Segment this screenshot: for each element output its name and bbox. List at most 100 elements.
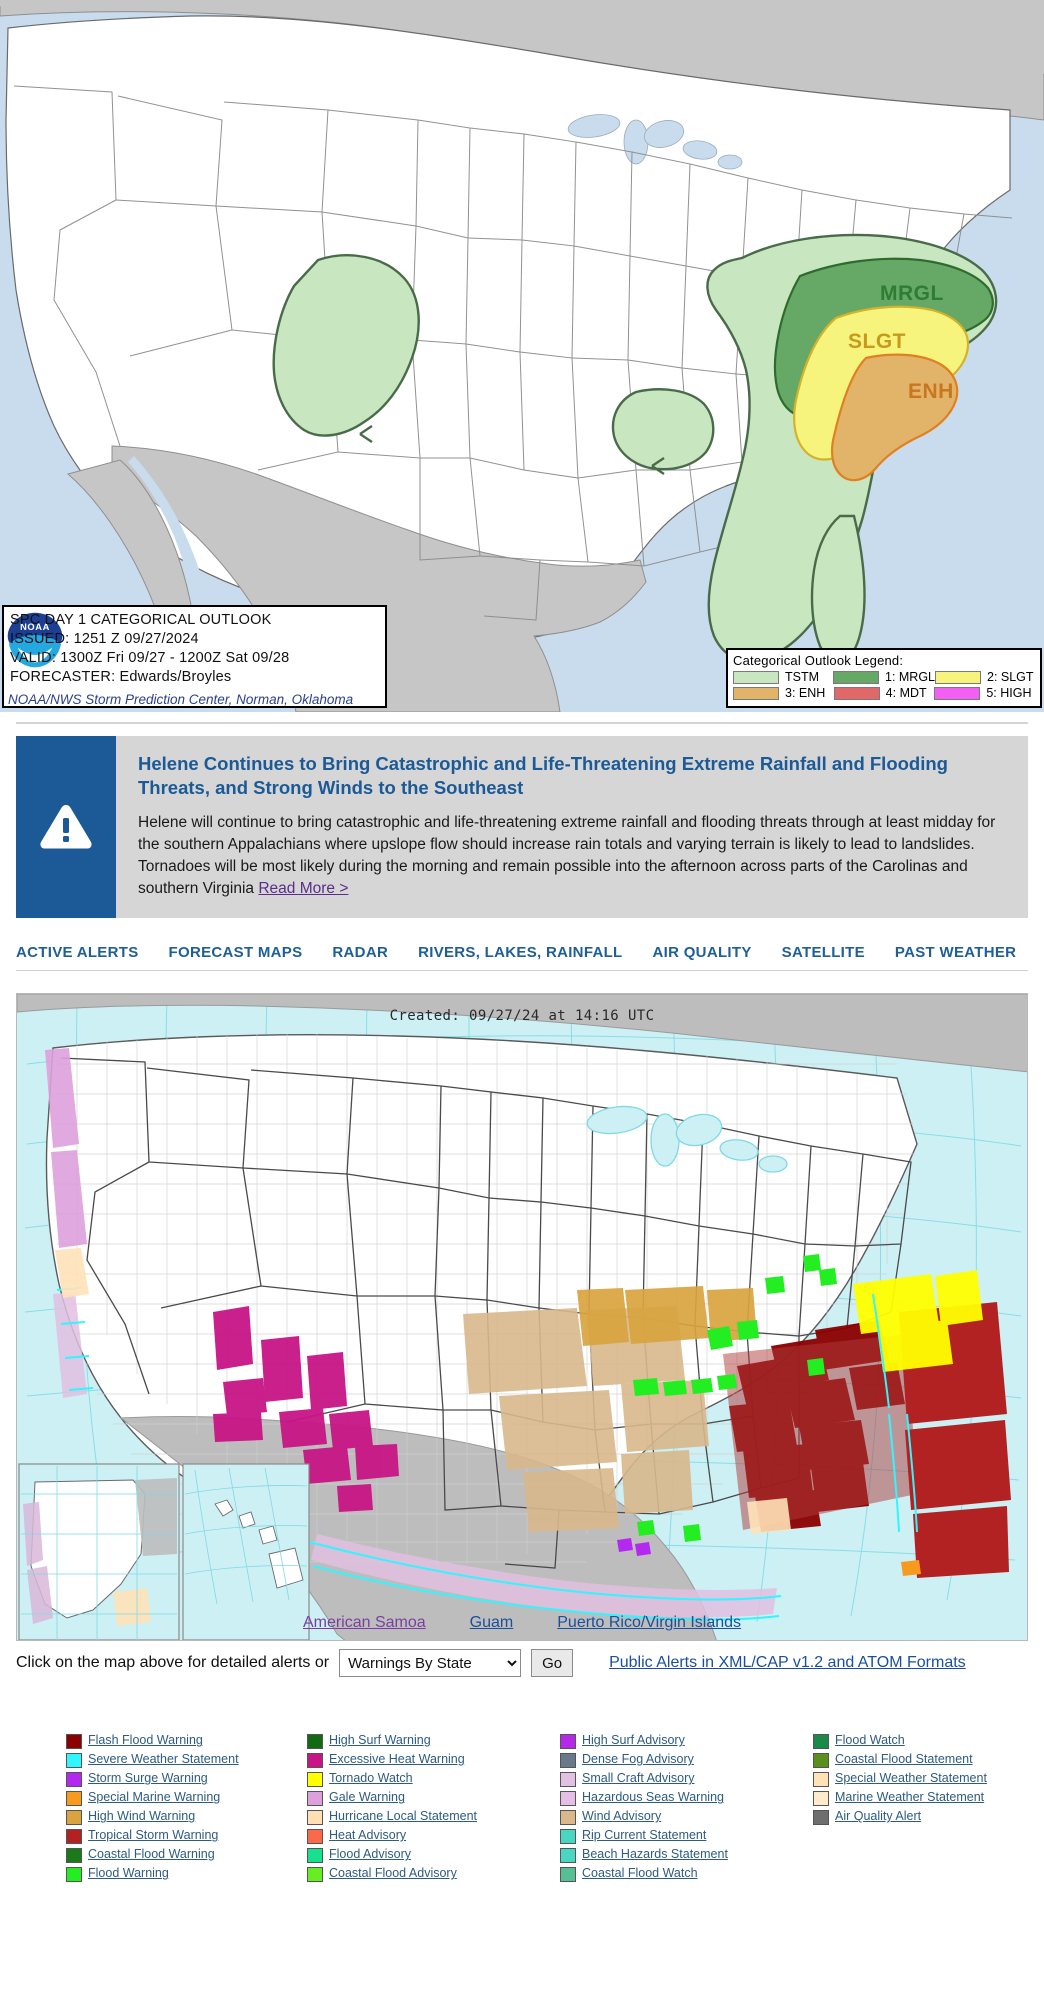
label-wind-advisory[interactable]: Wind Advisory	[582, 1809, 661, 1825]
legend-label-enh: 3: ENH	[785, 686, 826, 700]
label-beach-hazards-statement[interactable]: Beach Hazards Statement	[582, 1847, 728, 1863]
warning-triangle-icon	[40, 805, 92, 849]
spc-issued: ISSUED: 1251 Z 09/27/2024	[10, 630, 199, 647]
label-high-surf-advisory[interactable]: High Surf Advisory	[582, 1733, 685, 1749]
legend-item-special-marine-warning[interactable]: Special Marine Warning	[66, 1790, 269, 1807]
nav-tab-list: ACTIVE ALERTS FORECAST MAPS RADAR RIVERS…	[16, 944, 1028, 970]
swatch-heat-advisory	[307, 1829, 323, 1845]
label-heat-advisory[interactable]: Heat Advisory	[329, 1828, 406, 1844]
legend-entry-mdt: 4: MDT	[833, 686, 935, 700]
legend-item-wind-advisory[interactable]: Wind Advisory	[560, 1809, 775, 1826]
tab-radar[interactable]: RADAR	[332, 944, 388, 961]
tab-past-weather[interactable]: PAST WEATHER	[895, 944, 1016, 961]
legend-item-coastal-flood-advisory[interactable]: Coastal Flood Advisory	[307, 1866, 522, 1883]
tab-satellite[interactable]: SATELLITE	[782, 944, 865, 961]
legend-entry-high: 5: HIGH	[934, 686, 1035, 700]
link-guam[interactable]: Guam	[470, 1614, 514, 1632]
tab-air-quality[interactable]: AIR QUALITY	[653, 944, 752, 961]
swatch-severe-weather-statement	[66, 1753, 82, 1769]
tab-forecast-maps[interactable]: FORECAST MAPS	[169, 944, 303, 961]
label-severe-weather-statement[interactable]: Severe Weather Statement	[88, 1752, 239, 1768]
legend-item-coastal-flood-watch[interactable]: Coastal Flood Watch	[560, 1866, 775, 1883]
banner-title: Helene Continues to Bring Catastrophic a…	[138, 753, 948, 798]
warnings-by-state-select[interactable]: Warnings By State	[339, 1649, 522, 1678]
legend-item-storm-surge-warning[interactable]: Storm Surge Warning	[66, 1771, 269, 1788]
banner-body: Helene Continues to Bring Catastrophic a…	[116, 736, 1028, 918]
legend-item-flash-flood-warning[interactable]: Flash Flood Warning	[66, 1733, 269, 1750]
map-instruction-text: Click on the map above for detailed aler…	[16, 1654, 330, 1672]
legend-item-flood-watch[interactable]: Flood Watch	[813, 1733, 1028, 1750]
label-tropical-storm-warning[interactable]: Tropical Storm Warning	[88, 1828, 218, 1844]
legend-item-high-surf-warning[interactable]: High Surf Warning	[307, 1733, 522, 1750]
swatch-coastal-flood-advisory	[307, 1867, 323, 1883]
label-flood-watch[interactable]: Flood Watch	[835, 1733, 905, 1749]
label-storm-surge-warning[interactable]: Storm Surge Warning	[88, 1771, 208, 1787]
nav-divider	[16, 970, 1028, 972]
legend-item-hurricane-local-statement[interactable]: Hurricane Local Statement	[307, 1809, 522, 1826]
spc-forecaster: FORECASTER: Edwards/Broyles	[10, 668, 232, 685]
svg-text:MRGL: MRGL	[880, 282, 944, 305]
link-american-samoa[interactable]: American Samoa	[303, 1614, 426, 1632]
label-coastal-flood-warning[interactable]: Coastal Flood Warning	[88, 1847, 215, 1863]
label-flood-advisory[interactable]: Flood Advisory	[329, 1847, 411, 1863]
label-flood-warning[interactable]: Flood Warning	[88, 1866, 169, 1882]
legend-item-heat-advisory[interactable]: Heat Advisory	[307, 1828, 522, 1845]
label-coastal-flood-watch[interactable]: Coastal Flood Watch	[582, 1866, 698, 1882]
legend-item-rip-current-statement[interactable]: Rip Current Statement	[560, 1828, 775, 1845]
legend-item-coastal-flood-warning[interactable]: Coastal Flood Warning	[66, 1847, 269, 1864]
legend-column-1: Flash Flood Warning Severe Weather State…	[16, 1733, 269, 1885]
legend-item-severe-weather-statement[interactable]: Severe Weather Statement	[66, 1752, 269, 1769]
legend-item-tornado-watch[interactable]: Tornado Watch	[307, 1771, 522, 1788]
legend-item-dense-fog-advisory[interactable]: Dense Fog Advisory	[560, 1752, 775, 1769]
label-excessive-heat-warning[interactable]: Excessive Heat Warning	[329, 1752, 465, 1768]
legend-item-flood-advisory[interactable]: Flood Advisory	[307, 1847, 522, 1864]
label-coastal-flood-statement[interactable]: Coastal Flood Statement	[835, 1752, 973, 1768]
categorical-outlook-legend: Categorical Outlook Legend: TSTM 1: MRGL…	[726, 648, 1042, 708]
label-rip-current-statement[interactable]: Rip Current Statement	[582, 1828, 706, 1844]
xml-cap-atom-link[interactable]: Public Alerts in XML/CAP v1.2 and ATOM F…	[609, 1654, 966, 1672]
label-dense-fog-advisory[interactable]: Dense Fog Advisory	[582, 1752, 694, 1768]
swatch-wind-advisory	[560, 1810, 576, 1826]
swatch-coastal-flood-watch	[560, 1867, 576, 1883]
label-high-surf-warning[interactable]: High Surf Warning	[329, 1733, 431, 1749]
legend-entry-mrgl: 1: MRGL	[833, 670, 935, 684]
legend-item-flood-warning[interactable]: Flood Warning	[66, 1866, 269, 1883]
spc-day1-categorical-outlook-map[interactable]: MRGL SLGT ENH NOAA SPC DAY 1 CATEGORICAL…	[0, 0, 1044, 712]
label-small-craft-advisory[interactable]: Small Craft Advisory	[582, 1771, 695, 1787]
swatch-tornado-watch	[307, 1772, 323, 1788]
label-tornado-watch[interactable]: Tornado Watch	[329, 1771, 413, 1787]
link-puerto-rico-virgin-islands[interactable]: Puerto Rico/Virgin Islands	[557, 1614, 741, 1632]
label-high-wind-warning[interactable]: High Wind Warning	[88, 1809, 195, 1825]
active-alerts-map[interactable]: Created: 09/27/24 at 14:16 UTC American …	[16, 993, 1028, 1642]
label-special-weather-statement[interactable]: Special Weather Statement	[835, 1771, 987, 1787]
label-hurricane-local-statement[interactable]: Hurricane Local Statement	[329, 1809, 477, 1825]
label-flash-flood-warning[interactable]: Flash Flood Warning	[88, 1733, 203, 1749]
label-gale-warning[interactable]: Gale Warning	[329, 1790, 405, 1806]
legend-item-marine-weather-statement[interactable]: Marine Weather Statement	[813, 1790, 1028, 1807]
label-marine-weather-statement[interactable]: Marine Weather Statement	[835, 1790, 984, 1806]
legend-item-special-weather-statement[interactable]: Special Weather Statement	[813, 1771, 1028, 1788]
legend-swatch-tstm	[733, 670, 779, 684]
legend-item-small-craft-advisory[interactable]: Small Craft Advisory	[560, 1771, 775, 1788]
label-air-quality-alert[interactable]: Air Quality Alert	[835, 1809, 921, 1825]
legend-item-beach-hazards-statement[interactable]: Beach Hazards Statement	[560, 1847, 775, 1864]
legend-label-slgt: 2: SLGT	[987, 670, 1034, 684]
go-button[interactable]: Go	[531, 1649, 574, 1678]
legend-column-4: Flood Watch Coastal Flood Statement Spec…	[775, 1733, 1028, 1885]
label-hazardous-seas-warning[interactable]: Hazardous Seas Warning	[582, 1790, 724, 1806]
legend-item-tropical-storm-warning[interactable]: Tropical Storm Warning	[66, 1828, 269, 1845]
tab-active-alerts[interactable]: ACTIVE ALERTS	[16, 944, 139, 961]
legend-item-high-wind-warning[interactable]: High Wind Warning	[66, 1809, 269, 1826]
label-coastal-flood-advisory[interactable]: Coastal Flood Advisory	[329, 1866, 457, 1882]
legend-item-air-quality-alert[interactable]: Air Quality Alert	[813, 1809, 1028, 1826]
legend-item-hazardous-seas-warning[interactable]: Hazardous Seas Warning	[560, 1790, 775, 1807]
legend-entry-slgt: 2: SLGT	[935, 670, 1035, 684]
legend-item-excessive-heat-warning[interactable]: Excessive Heat Warning	[307, 1752, 522, 1769]
legend-item-gale-warning[interactable]: Gale Warning	[307, 1790, 522, 1807]
legend-item-high-surf-advisory[interactable]: High Surf Advisory	[560, 1733, 775, 1750]
territory-links: American Samoa Guam Puerto Rico/Virgin I…	[17, 1614, 1027, 1632]
read-more-link[interactable]: Read More >	[258, 880, 348, 897]
label-special-marine-warning[interactable]: Special Marine Warning	[88, 1790, 220, 1806]
tab-rivers-lakes-rainfall[interactable]: RIVERS, LAKES, RAINFALL	[418, 944, 622, 961]
legend-item-coastal-flood-statement[interactable]: Coastal Flood Statement	[813, 1752, 1028, 1769]
